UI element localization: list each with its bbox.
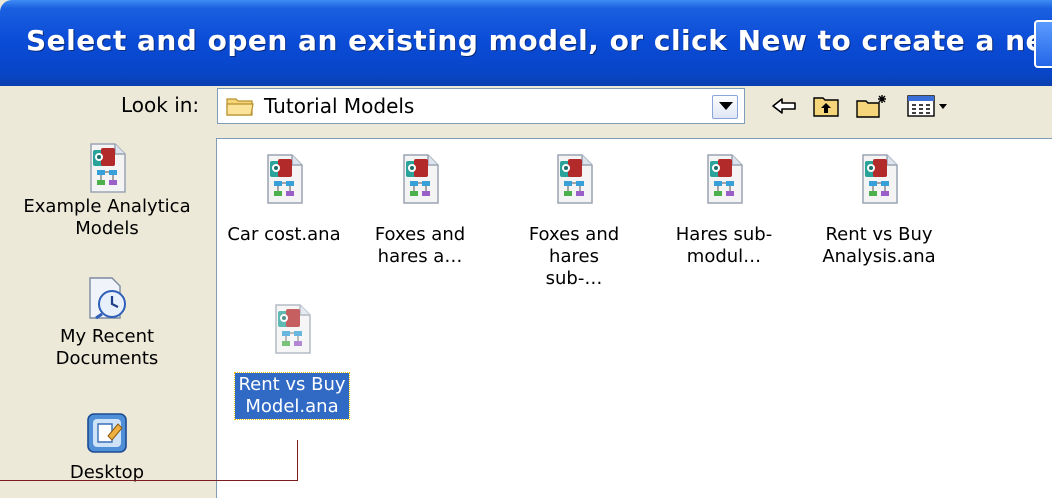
look-in-dropdown[interactable]: Tutorial Models (217, 88, 745, 124)
file-name: Rent vs Buy Analysis.ana (822, 224, 936, 267)
callout-line (297, 440, 298, 481)
desktop-icon (87, 413, 127, 453)
views-menu-button[interactable] (896, 90, 960, 122)
file-item[interactable]: Rent vs Buy Analysis.ana (811, 153, 947, 269)
file-name: Foxes and hares a… (374, 224, 466, 267)
look-in-value: Tutorial Models (264, 94, 415, 118)
file-item[interactable]: Hares sub-modul… (663, 153, 785, 269)
place-label: My Recent Documents (55, 326, 159, 369)
dialog-title: Select and open an existing model, or cl… (26, 24, 1052, 57)
places-bar: Example Analytica Models My Recent Docum… (0, 138, 214, 498)
back-button[interactable] (764, 90, 804, 122)
recent-documents-icon (89, 277, 126, 320)
analytica-file-icon (857, 153, 901, 205)
analytica-file-icon (270, 303, 314, 355)
analytica-file-icon (552, 153, 596, 205)
dropdown-arrow-button[interactable] (712, 95, 738, 119)
analytica-model-icon (85, 142, 129, 194)
file-item[interactable]: Foxes and hares sub-… (513, 153, 635, 291)
file-item-selected[interactable]: Rent vs Buy Model.ana (231, 303, 353, 420)
analytica-file-icon (398, 153, 442, 205)
create-new-folder-button[interactable] (850, 90, 894, 122)
up-one-level-button[interactable] (806, 90, 846, 122)
back-arrow-icon (772, 98, 796, 114)
views-menu-icon (907, 95, 947, 117)
look-in-label: Look in: (121, 93, 200, 117)
file-name: Car cost.ana (227, 224, 341, 245)
file-item[interactable]: Foxes and hares a… (359, 153, 481, 269)
analytica-file-icon (702, 153, 746, 205)
file-name: Rent vs Buy Model.ana (234, 372, 350, 420)
chevron-down-icon (719, 102, 733, 110)
up-folder-icon (813, 97, 839, 117)
help-button[interactable] (1034, 20, 1052, 68)
open-model-dialog: Select and open an existing model, or cl… (0, 0, 1052, 498)
place-my-recent-documents[interactable]: My Recent Documents (0, 276, 214, 370)
place-desktop[interactable]: Desktop (0, 410, 214, 484)
callout-line (0, 480, 298, 481)
place-example-analytica-models[interactable]: Example Analytica Models (0, 142, 214, 240)
place-label: Example Analytica Models (23, 196, 191, 239)
title-bar[interactable]: Select and open an existing model, or cl… (0, 0, 1052, 86)
file-list-view[interactable]: Car cost.ana Foxes and hares a… Foxes an… (216, 138, 1052, 498)
file-name: Hares sub-modul… (675, 224, 773, 267)
file-item[interactable]: Car cost.ana (223, 153, 345, 247)
file-name: Foxes and hares sub-… (528, 224, 620, 289)
new-folder-icon (856, 95, 886, 118)
folder-icon (226, 98, 254, 116)
analytica-file-icon (262, 153, 306, 205)
